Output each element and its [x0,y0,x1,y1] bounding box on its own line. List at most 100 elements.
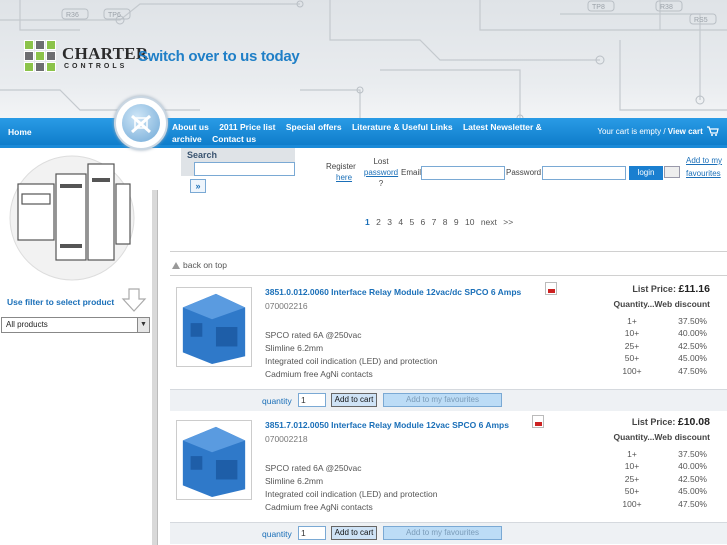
login-button[interactable]: login [629,166,663,180]
add-favourites-link[interactable]: Add to my favourites [686,154,726,180]
tier-discount: 37.50% [678,316,707,326]
password-field[interactable] [542,166,626,180]
page-current[interactable]: 1 [365,217,370,227]
page-link[interactable]: 9 [454,217,459,227]
list-price-value: £11.16 [678,283,710,295]
nav-literature-link[interactable]: Literature & Useful Links [352,122,453,132]
pcb-label: R36 [66,12,79,19]
product-code: 070002218 [265,434,308,444]
spec-line: Slimline 6.2mm [265,343,324,353]
tier-discount: 45.00% [678,486,707,496]
tier-qty: 10+ [624,461,640,471]
list-price-label: List Price: [631,417,676,427]
add-to-favourites-button[interactable]: Add to my favourites [383,393,502,407]
nav-home-link[interactable]: Home [8,127,32,137]
pcb-label: R38 [660,4,673,11]
spec-line: Integrated coil indication (LED) and pro… [265,356,438,366]
select-value: All products [6,320,48,329]
filter-label: Use filter to select product [7,297,115,307]
add-to-cart-bar: quantity 1 Add to cart Add to my favouri… [170,522,727,544]
spec-line: Cadmium free AgNi contacts [265,502,373,512]
spec-line: Slimline 6.2mm [265,476,324,486]
view-cart-link[interactable]: View cart [668,127,703,136]
list-price-value: £10.08 [677,416,710,428]
pdf-icon[interactable] [532,415,544,428]
arrow-down-icon [121,288,147,312]
lost-password-link[interactable]: password [360,167,402,178]
cart-status: Your cart is empty / View cart [597,126,719,136]
page-link[interactable]: 8 [443,217,448,227]
logo-name: CHARTER [62,44,149,63]
product-image[interactable] [176,420,252,500]
search-input[interactable] [194,162,295,176]
quantity-input[interactable]: 1 [298,526,326,540]
spec-line: Integrated coil indication (LED) and pro… [265,489,438,499]
nav-pricelist-link[interactable]: 2011 Price list [219,122,275,132]
quantity-discount-header: Quantity...Web discount [613,432,711,442]
tier-qty: 50+ [624,486,640,496]
tagline: Switch over to us today [138,48,300,65]
page-link[interactable]: 2 [376,217,381,227]
tier-qty: 100+ [622,499,642,509]
sidebar-divider-line [157,190,158,545]
quantity-label: quantity [262,529,292,539]
company-logo[interactable]: CHARTER CONTROLS [24,40,148,80]
product-card: 3851.7.012.0050 Interface Relay Module 1… [170,410,727,544]
tier-discount: 40.00% [678,328,707,338]
product-title-link[interactable]: 3851.7.012.0050 Interface Relay Module 1… [265,420,509,430]
add-to-favourites-button[interactable]: Add to my favourites [383,526,502,540]
page-link[interactable]: 3 [387,217,392,227]
page-link[interactable]: 6 [421,217,426,227]
quantity-input[interactable]: 1 [298,393,326,407]
nav-about-link[interactable]: About us [172,122,209,132]
arrow-up-icon [172,262,180,269]
lock-icon[interactable] [664,166,680,178]
page-link[interactable]: 10 [465,217,474,227]
email-field[interactable] [421,166,505,180]
email-label: Email [401,168,422,177]
pcb-label: TP8 [592,4,605,11]
register-here-link[interactable]: here [336,172,360,183]
tier-discount: 45.00% [678,353,707,363]
nav-links: About us 2011 Price list Special offers … [172,121,572,145]
pcb-label: RS5 [694,17,708,24]
tier-discount: 40.00% [678,461,707,471]
nav-contact-link[interactable]: Contact us [212,134,256,144]
register-prompt: Register here [326,161,360,183]
add-to-cart-button[interactable]: Add to cart [331,526,377,540]
pdf-icon[interactable] [545,282,557,295]
page-link[interactable]: 7 [432,217,437,227]
relay-product-image [9,155,135,281]
tier-discount: 37.50% [678,449,707,459]
tier-qty: 50+ [624,353,640,363]
divider [170,251,727,252]
product-title-link[interactable]: 3851.0.012.0060 Interface Relay Module 1… [265,287,521,297]
password-label: Password [506,168,542,177]
next-page-link[interactable]: next >> [481,217,513,227]
add-to-cart-button[interactable]: Add to cart [331,393,377,407]
tier-qty: 100+ [622,366,642,376]
back-to-top-link[interactable]: back on top [172,260,227,270]
list-price-label: List Price: [632,284,676,294]
spec-line: Cadmium free AgNi contacts [265,369,373,379]
product-code: 070002216 [265,301,308,311]
product-filter-select[interactable]: All products ▼ [1,317,150,333]
nav-underline [0,145,727,148]
cart-icon[interactable] [707,126,719,136]
tier-qty: 25+ [624,341,640,351]
product-image[interactable] [176,287,252,367]
list-price: List Price: £11.16 [632,283,710,295]
site-header: R36 TP6 TP8 R38 RS5 CHARTER CONTROLS Swi… [0,0,727,118]
register-label: Register [326,162,356,171]
home-badge-icon [114,96,168,150]
pcb-label: TP6 [108,12,121,19]
tier-discount: 42.50% [678,474,707,484]
logo-mark [24,40,58,74]
tier-qty: 10+ [624,328,640,338]
page-link[interactable]: 5 [409,217,414,227]
pagination: 1 2 3 4 5 6 7 8 9 10 next >> [365,217,513,227]
nav-offers-link[interactable]: Special offers [286,122,342,132]
search-go-button[interactable]: » [190,179,206,193]
chevron-down-icon[interactable]: ▼ [137,318,149,332]
page-link[interactable]: 4 [398,217,403,227]
